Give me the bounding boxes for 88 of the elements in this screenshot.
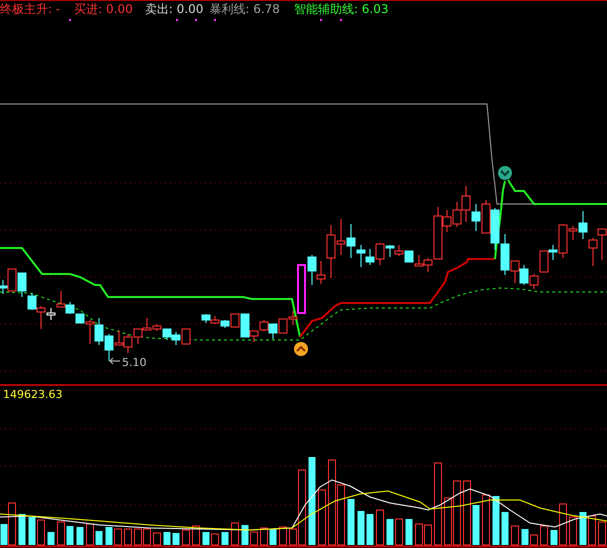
down-chevron-icon [498,166,512,180]
volume-bar [348,499,354,545]
candlestick [490,208,500,250]
volume-bar [588,516,596,546]
volume-bar [502,512,508,545]
volume-bar [76,527,84,545]
volume-bar [376,510,384,546]
volume-bar [86,524,94,546]
candlestick [394,244,404,256]
candlestick [530,274,538,290]
volume-bar [492,496,500,545]
volume-bar [18,514,26,545]
volume-bar [540,526,548,546]
indicator-value: 智能辅助线: 6.03 [294,2,388,17]
volume-bar [279,526,287,546]
volume-bar [48,532,54,545]
volume-bar [511,526,519,546]
volume-bar [569,516,577,546]
volume-bar [211,534,219,546]
candlestick [472,204,480,232]
candlestick [278,318,288,334]
candlestick [28,292,36,310]
volume-bar [114,528,122,546]
signal-candlestick [297,264,306,314]
volume-bar [472,505,480,545]
volume-bar [559,504,567,546]
candlestick [182,328,190,344]
candlestick [202,314,210,324]
leader-line [109,358,120,364]
volume-bar [124,528,132,546]
candlestick [210,316,220,324]
candlestick [134,328,142,344]
volume-bar [164,532,170,545]
candlestick [366,248,374,266]
candlestick [588,238,598,266]
volume-bar [318,490,326,546]
candlestick [540,250,548,272]
candlestick [124,334,132,354]
volume-bar [37,520,45,546]
candlestick [520,264,528,286]
volume-bar [96,531,102,545]
candlestick [404,250,414,262]
volume-bar [57,522,65,546]
volume-bar [192,526,200,546]
candlestick [452,202,462,228]
candlestick [56,290,66,308]
volume-bar [242,525,248,545]
candlestick [172,332,180,346]
volume-bar [250,532,258,546]
candlestick [18,272,26,298]
volume-bar [550,530,558,545]
volume-bar [463,480,471,546]
volume-bar [366,514,374,545]
indicator-value: 暴利线: 6.78 [209,2,280,17]
candlestick [288,310,298,326]
volume-bar [482,494,490,546]
volume-bar [406,519,412,545]
volume-bar [260,528,268,546]
low-price-label: 5.10 [122,356,146,369]
volume-bar [358,511,364,545]
indicator-value: 终极主升: - [0,2,60,17]
volume-bar [106,527,112,545]
candlestick [414,254,424,266]
volume-bar [222,532,228,545]
up-chevron-icon [294,342,308,356]
volume-bar [172,533,180,545]
volume-bar [66,526,74,545]
indicator-value: 买进: 0.00 [74,2,133,17]
volume-bar [182,530,190,546]
candlestick [308,254,316,286]
volume-bar [231,522,239,546]
candlestick [462,186,470,222]
candlestick [66,302,74,314]
volume-bar [153,532,161,546]
indicator-value: 卖出: 0.00 [144,2,204,17]
volume-bar [395,518,403,546]
volume-bar [386,519,394,545]
volume-bar [522,529,528,545]
volume-bar [530,534,538,546]
volume-value: 149623.63 [3,388,62,400]
candlestick [268,324,278,340]
volume-bar [580,512,586,545]
candlestick [482,200,490,234]
candlestick [260,320,268,332]
candlestick [94,318,104,346]
volume-bar [28,517,36,545]
volume-bar [202,532,210,545]
volume-bar [270,529,276,545]
